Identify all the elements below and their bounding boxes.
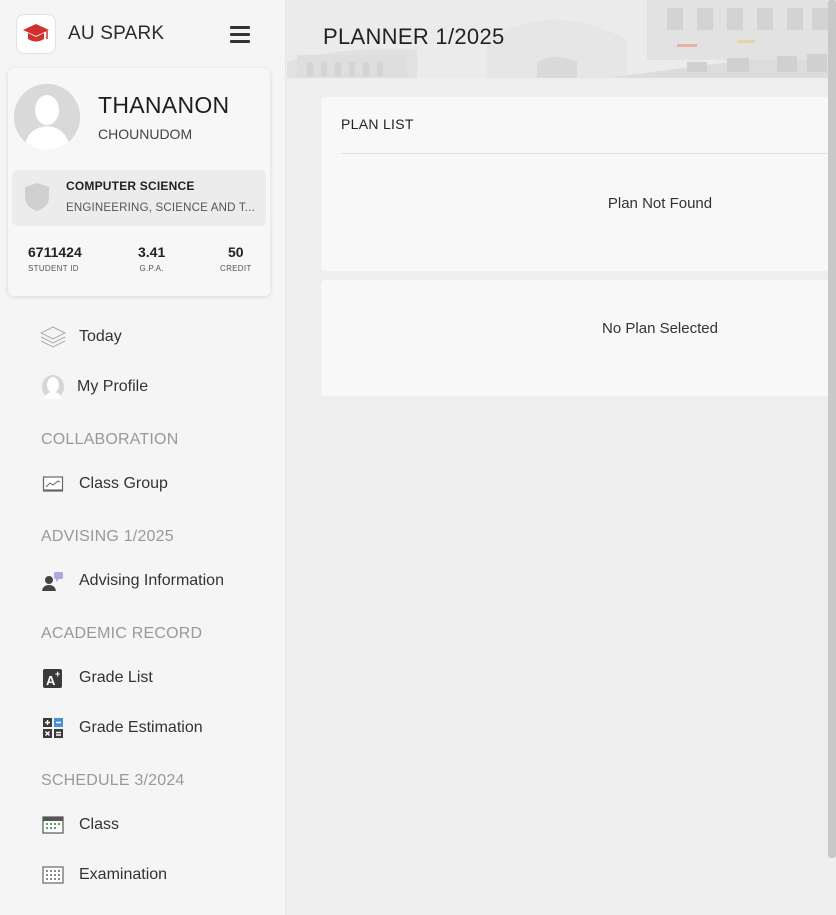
svg-text:+: + — [55, 669, 60, 679]
nav-label-my-profile: My Profile — [77, 378, 149, 395]
student-first-name: THANANON — [98, 92, 230, 118]
nav-label-advising-information: Advising Information — [79, 572, 224, 589]
nav-item-grade-estimation[interactable]: Grade Estimation — [40, 713, 203, 743]
plan-not-found-message: Plan Not Found — [607, 195, 713, 212]
gpa-label: G.P.A. — [139, 264, 164, 273]
nav-item-today[interactable]: Today — [40, 322, 122, 352]
faculty-info: COMPUTER SCIENCE ENGINEERING, SCIENCE AN… — [12, 170, 266, 226]
section-title-schedule: SCHEDULE 3/2024 — [41, 772, 185, 789]
stat-credit: 50 CREDIT — [220, 244, 252, 273]
shield-icon — [24, 182, 50, 217]
plan-list-title: PLAN LIST — [341, 116, 414, 132]
advisor-chat-icon — [40, 568, 66, 594]
section-title-advising: ADVISING 1/2025 — [41, 528, 174, 545]
stat-gpa: 3.41 G.P.A. — [138, 244, 165, 273]
calendar-icon — [40, 812, 66, 838]
nav-label-examination: Examination — [79, 866, 168, 883]
calculator-icon — [40, 715, 66, 741]
credit-label: CREDIT — [220, 264, 252, 273]
credit-value: 50 — [228, 244, 244, 260]
nav-item-my-profile[interactable]: My Profile — [40, 372, 148, 402]
stat-student-id: 6711424 STUDENT ID — [28, 244, 82, 273]
section-title-academic-record: ACADEMIC RECORD — [41, 625, 203, 642]
graduation-cap-icon — [16, 14, 56, 54]
student-id-label: STUDENT ID — [28, 264, 79, 273]
faculty: ENGINEERING, SCIENCE AND T... — [66, 202, 255, 214]
section-title-collaboration: COLLABORATION — [41, 431, 179, 448]
nav-label-grade-list: Grade List — [79, 669, 153, 686]
nav-item-class[interactable]: Class — [40, 810, 119, 840]
gpa-value: 3.41 — [138, 244, 166, 260]
user-silhouette-icon — [40, 374, 66, 400]
student-last-name: CHOUNUDOM — [98, 126, 193, 142]
major: COMPUTER SCIENCE — [66, 179, 195, 193]
chart-icon — [40, 471, 66, 497]
plan-detail-card: No Plan Selected — [321, 280, 836, 396]
plan-list-card: PLAN LIST Plan Not Found — [321, 97, 836, 271]
profile-card: THANANON CHOUNUDOM COMPUTER SCIENCE ENGI… — [8, 68, 270, 296]
nav-item-class-group[interactable]: Class Group — [40, 469, 168, 499]
brand[interactable]: AU SPARK — [16, 14, 164, 54]
divider — [341, 153, 836, 154]
scrollbar[interactable] — [828, 0, 836, 858]
hamburger-menu-icon[interactable] — [230, 26, 250, 44]
sidebar: AU SPARK THANANON CHOUNUDOM COMPUTER SCI… — [0, 0, 286, 915]
nav-label-class: Class — [79, 816, 120, 833]
page-title: PLANNER 1/2025 — [323, 24, 505, 49]
no-plan-selected-message: No Plan Selected — [602, 320, 718, 337]
nav-label-grade-estimation: Grade Estimation — [79, 719, 203, 736]
nav-item-grade-list[interactable]: A + Grade List — [40, 663, 153, 693]
nav-item-examination[interactable]: Examination — [40, 860, 167, 890]
grade-a-plus-icon: A + — [40, 665, 66, 691]
layers-icon — [40, 324, 66, 350]
nav-label-today: Today — [79, 328, 122, 345]
brand-name: AU SPARK — [68, 23, 165, 44]
avatar — [14, 84, 80, 150]
calendar-grid-icon — [40, 862, 66, 888]
nav-label-class-group: Class Group — [79, 475, 168, 492]
nav-item-advising-information[interactable]: Advising Information — [40, 566, 224, 596]
page-header: PLANNER 1/2025 — [287, 0, 836, 78]
student-id-value: 6711424 — [28, 244, 82, 260]
